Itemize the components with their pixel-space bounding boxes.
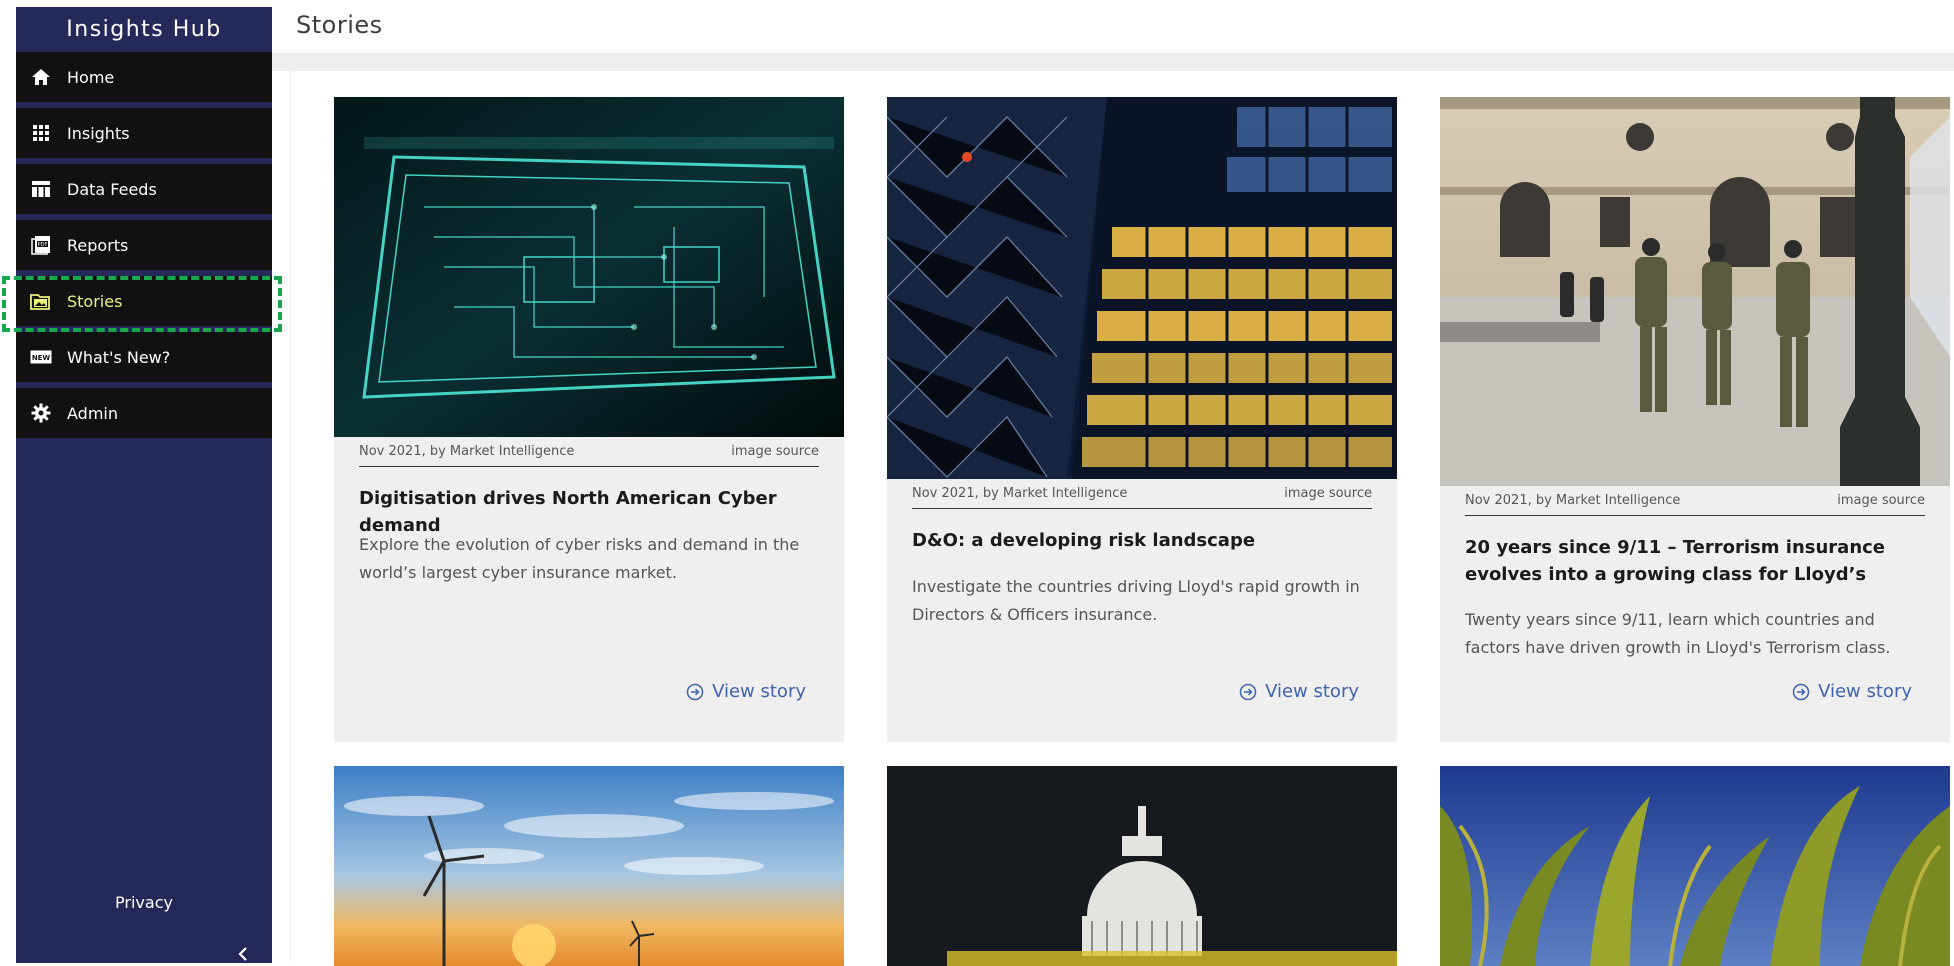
image-source-link[interactable]: image source xyxy=(1284,486,1372,501)
story-date-author: Nov 2021, by Market Intelligence xyxy=(912,486,1128,501)
sidebar-item-label: Reports xyxy=(67,235,129,255)
story-description: Twenty years since 9/11, learn which cou… xyxy=(1465,610,1891,657)
story-title[interactable]: D&O: a developing risk landscape xyxy=(912,527,1377,554)
image-source-link[interactable]: image source xyxy=(1837,493,1925,508)
sidebar-nav: Home Insights Data Feeds PDF Reports Sto… xyxy=(16,52,272,438)
story-image-office-buildings xyxy=(887,97,1397,479)
sidebar-item-label: Data Feeds xyxy=(67,179,157,199)
table-icon xyxy=(29,177,53,201)
story-image-us-capitol xyxy=(887,766,1397,966)
story-date-author: Nov 2021, by Market Intelligence xyxy=(359,444,575,459)
story-card-corn-field[interactable] xyxy=(1440,766,1950,966)
chevron-left-icon[interactable] xyxy=(233,944,253,964)
view-story-label: View story xyxy=(1818,681,1912,702)
arrow-circle-right-icon xyxy=(1792,683,1810,700)
story-description: Investigate the countries driving Lloyd'… xyxy=(912,577,1360,624)
app-title: Insights Hub xyxy=(66,17,222,42)
svg-text:NEW: NEW xyxy=(32,354,51,362)
story-card-capitol[interactable] xyxy=(887,766,1397,966)
story-date-author: Nov 2021, by Market Intelligence xyxy=(1465,493,1681,508)
view-story-label: View story xyxy=(1265,681,1359,702)
story-meta: Nov 2021, by Market Intelligence image s… xyxy=(912,479,1372,509)
sidebar-item-stories[interactable]: Stories xyxy=(16,276,272,326)
page-title: Stories xyxy=(296,11,383,39)
view-story-link[interactable]: View story xyxy=(1239,681,1359,702)
home-icon xyxy=(29,65,53,89)
view-story-link[interactable]: View story xyxy=(1792,681,1912,702)
stories-icon xyxy=(29,289,53,313)
story-card[interactable]: Nov 2021, by Market Intelligence image s… xyxy=(1440,97,1950,742)
pdf-icon: PDF xyxy=(29,233,53,257)
story-card-wind-turbines[interactable] xyxy=(334,766,844,966)
sidebar-item-whats-new[interactable]: NEW What's New? xyxy=(16,332,272,382)
sidebar-item-label: Insights xyxy=(67,123,130,143)
story-image-corn-field xyxy=(1440,766,1950,966)
story-meta: Nov 2021, by Market Intelligence image s… xyxy=(359,437,819,467)
arrow-circle-right-icon xyxy=(686,683,704,700)
story-image-wind-turbines xyxy=(334,766,844,966)
svg-text:PDF: PDF xyxy=(38,242,48,248)
image-source-link[interactable]: image source xyxy=(731,444,819,459)
story-title[interactable]: 20 years since 9/11 – Terrorism insuranc… xyxy=(1465,534,1930,588)
sidebar-item-reports[interactable]: PDF Reports xyxy=(16,220,272,270)
story-image-louvre-soldiers xyxy=(1440,97,1950,486)
stories-content: Nov 2021, by Market Intelligence image s… xyxy=(290,71,1954,966)
sidebar-item-label: Admin xyxy=(67,403,118,423)
gear-icon xyxy=(29,401,53,425)
view-story-link[interactable]: View story xyxy=(686,681,806,702)
sidebar-item-label: Stories xyxy=(67,291,123,311)
story-image-circuit-board xyxy=(334,97,844,437)
sidebar-item-label: What's New? xyxy=(67,347,171,367)
view-story-label: View story xyxy=(712,681,806,702)
new-badge-icon: NEW xyxy=(29,345,53,369)
sidebar-item-label: Home xyxy=(67,67,115,87)
story-meta: Nov 2021, by Market Intelligence image s… xyxy=(1465,486,1925,516)
privacy-link[interactable]: Privacy xyxy=(16,893,272,912)
story-card[interactable]: Nov 2021, by Market Intelligence image s… xyxy=(334,97,844,742)
sidebar-item-home[interactable]: Home xyxy=(16,52,272,102)
sidebar-item-data-feeds[interactable]: Data Feeds xyxy=(16,164,272,214)
sidebar-item-insights[interactable]: Insights xyxy=(16,108,272,158)
story-description: Explore the evolution of cyber risks and… xyxy=(359,535,800,582)
arrow-circle-right-icon xyxy=(1239,683,1257,700)
sidebar: Insights Hub Home Insights Data Feeds PD… xyxy=(16,7,272,963)
story-card[interactable]: Nov 2021, by Market Intelligence image s… xyxy=(887,97,1397,742)
grid-icon xyxy=(29,121,53,145)
sidebar-item-admin[interactable]: Admin xyxy=(16,388,272,438)
header-divider xyxy=(272,53,1954,71)
